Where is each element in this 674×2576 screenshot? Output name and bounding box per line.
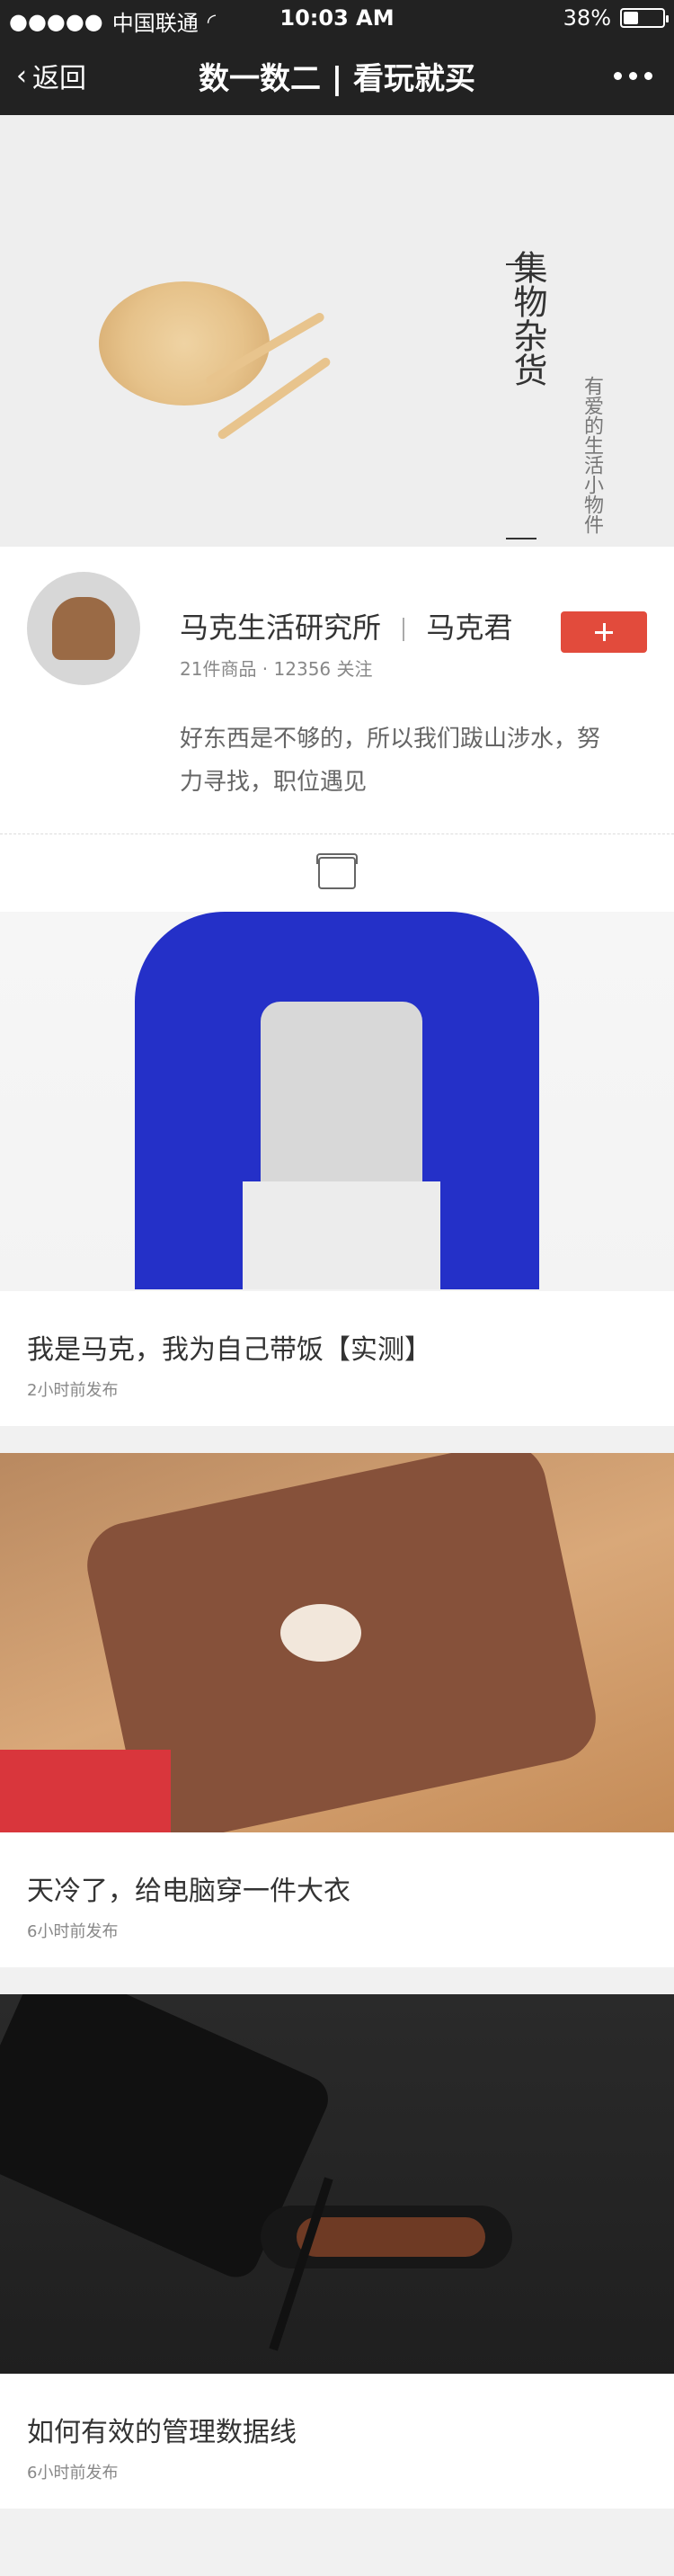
article-image-laptop-sleeve[interactable] bbox=[0, 1453, 674, 1832]
bear-face-shape bbox=[280, 1604, 361, 1662]
food-container-shape bbox=[243, 1181, 440, 1289]
horse-mask-avatar-image bbox=[52, 597, 115, 660]
store-profile: 马克生活研究所 马克君 21件商品 · 12356 关注 好东西是不够的，所以我… bbox=[0, 547, 674, 834]
battery-percentage: 38% bbox=[563, 5, 611, 31]
status-bar: ●●●●● 中国联通 ◜ 10:03 AM 38% bbox=[0, 0, 674, 36]
avatar[interactable] bbox=[27, 572, 140, 685]
back-arrow-icon: ‹ bbox=[16, 59, 27, 92]
shop-entry-row[interactable] bbox=[0, 834, 674, 912]
article-meta: 天冷了，给电脑穿一件大衣 6小时前发布 bbox=[0, 1832, 674, 1967]
store-bio: 好东西是不够的，所以我们跋山涉水，努力寻找，职位遇见 bbox=[180, 726, 601, 796]
more-button[interactable] bbox=[614, 71, 652, 80]
more-dot-1 bbox=[614, 71, 622, 80]
follow-button[interactable] bbox=[561, 611, 647, 653]
owner-name: 马克君 bbox=[426, 611, 513, 645]
wood-holder-shape bbox=[297, 2217, 485, 2257]
wooden-plate-image bbox=[99, 281, 270, 406]
back-button[interactable]: ‹ 返回 bbox=[16, 56, 86, 95]
article-meta: 我是马克，我为自己带饭【实测】 2小时前发布 bbox=[0, 1291, 674, 1426]
store-stats: 21件商品 · 12356 关注 bbox=[180, 658, 373, 680]
more-dot-2 bbox=[629, 71, 637, 80]
plus-icon bbox=[595, 623, 613, 641]
hero-banner: 集物杂货 有爱的生活小物件 bbox=[0, 115, 674, 547]
article-title[interactable]: 我是马克，我为自己带饭【实测】 bbox=[27, 1327, 647, 1367]
article-image-lunch-bag[interactable] bbox=[0, 912, 674, 1291]
store-name: 马克生活研究所 bbox=[180, 611, 382, 645]
article-time: 2小时前发布 bbox=[27, 1381, 119, 1400]
navigation-bar: ‹ 返回 数一数二 | 看玩就买 bbox=[0, 36, 674, 115]
hero-subtitle: 有爱的生活小物件 bbox=[581, 376, 603, 534]
back-label: 返回 bbox=[32, 63, 86, 94]
article-title[interactable]: 如何有效的管理数据线 bbox=[27, 2410, 647, 2449]
article-card[interactable]: 如何有效的管理数据线 6小时前发布 bbox=[0, 1994, 674, 2509]
shop-icon[interactable] bbox=[316, 853, 358, 889]
more-dot-3 bbox=[644, 71, 652, 80]
hero-title: 集物杂货 bbox=[508, 250, 547, 387]
article-time: 6小时前发布 bbox=[27, 2464, 119, 2482]
article-image-cable-organizer[interactable] bbox=[0, 1994, 674, 2374]
article-time: 6小时前发布 bbox=[27, 1922, 119, 1941]
hero-title-line-bottom bbox=[506, 538, 537, 539]
article-card[interactable]: 我是马克，我为自己带饭【实测】 2小时前发布 bbox=[0, 912, 674, 1426]
article-card[interactable]: 天冷了，给电脑穿一件大衣 6小时前发布 bbox=[0, 1453, 674, 1967]
page-title: 数一数二 | 看玩就买 bbox=[198, 60, 476, 97]
name-divider bbox=[403, 618, 405, 641]
article-title[interactable]: 天冷了，给电脑穿一件大衣 bbox=[27, 1868, 647, 1908]
article-meta: 如何有效的管理数据线 6小时前发布 bbox=[0, 2374, 674, 2509]
store-name-line: 马克生活研究所 马克君 bbox=[180, 605, 512, 646]
status-right: 38% bbox=[563, 5, 669, 31]
battery-icon bbox=[620, 8, 669, 28]
battery-fill bbox=[624, 12, 638, 24]
red-object-shape bbox=[0, 1750, 171, 1832]
